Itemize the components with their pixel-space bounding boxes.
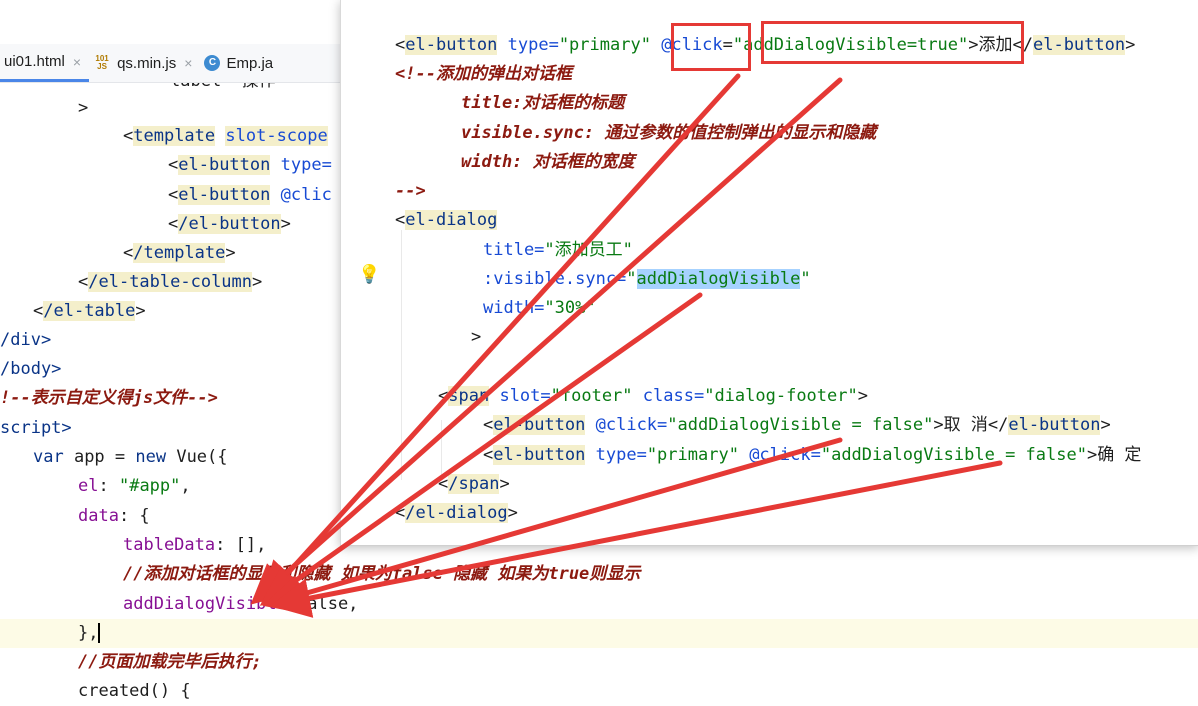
arrow — [250, 77, 843, 605]
annotation-arrows — [250, 73, 1003, 618]
arrow — [262, 437, 843, 614]
code-editor[interactable]: label="操作" > <template slot-scope <el-bu… — [0, 0, 1198, 701]
arrow — [259, 292, 703, 606]
arrow — [261, 73, 741, 603]
